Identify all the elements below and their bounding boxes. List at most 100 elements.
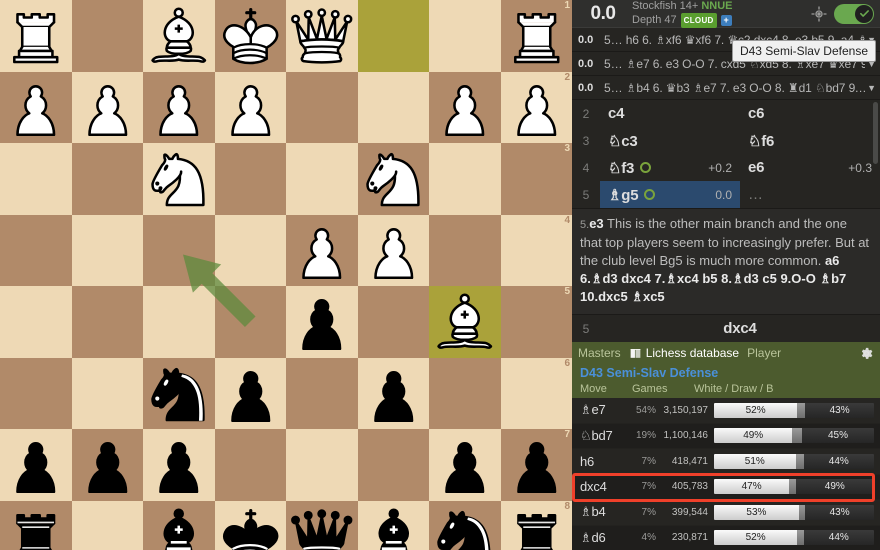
square-b5[interactable] bbox=[71, 286, 143, 358]
tab-player[interactable]: Player bbox=[747, 346, 781, 360]
piece-wQ-e1[interactable] bbox=[286, 0, 358, 72]
explorer-move-row-♗d6[interactable]: ♗d6 4% 230,871 52% 44% bbox=[572, 525, 880, 550]
piece-wP-g2[interactable] bbox=[429, 72, 501, 144]
explorer-move-row-♘bd7[interactable]: ♘bd7 19% 1,100,146 49% 45% bbox=[572, 423, 880, 449]
square-h6[interactable] bbox=[500, 357, 572, 429]
piece-wP-a2[interactable] bbox=[0, 72, 72, 144]
square-f7[interactable] bbox=[357, 429, 429, 501]
square-d3[interactable] bbox=[214, 143, 286, 215]
piece-wP-h2[interactable] bbox=[501, 72, 573, 144]
square-d5[interactable] bbox=[214, 286, 286, 358]
square-b1[interactable] bbox=[71, 0, 143, 72]
piece-wP-e4[interactable] bbox=[286, 215, 358, 287]
square-f5[interactable] bbox=[357, 286, 429, 358]
crosshair-icon[interactable] bbox=[810, 5, 828, 23]
piece-bP-f6[interactable] bbox=[358, 358, 430, 430]
next-move-cell[interactable]: dxc4 bbox=[600, 315, 880, 342]
square-c4[interactable] bbox=[143, 214, 215, 286]
move-cell-white-4[interactable]: ♘f3 +0.2 bbox=[600, 154, 740, 181]
square-e6[interactable] bbox=[286, 357, 358, 429]
square-g3[interactable] bbox=[429, 143, 501, 215]
square-d7[interactable] bbox=[214, 429, 286, 501]
chessboard-container[interactable]: 12345678 bbox=[0, 0, 572, 550]
move-cell-white-5[interactable]: ♗g5 0.0 bbox=[600, 181, 740, 208]
square-b6[interactable] bbox=[71, 357, 143, 429]
square-a3[interactable] bbox=[0, 143, 72, 215]
square-h4[interactable] bbox=[500, 214, 572, 286]
move-cell-black-3[interactable]: ♘f6 bbox=[740, 127, 880, 154]
square-a5[interactable] bbox=[0, 286, 72, 358]
square-e7[interactable] bbox=[286, 429, 358, 501]
square-f1[interactable] bbox=[357, 0, 429, 72]
piece-wB-g5[interactable] bbox=[429, 286, 501, 358]
square-e3[interactable] bbox=[286, 143, 358, 215]
square-b3[interactable] bbox=[71, 143, 143, 215]
piece-wP-b2[interactable] bbox=[72, 72, 144, 144]
piece-bR-a8[interactable] bbox=[0, 501, 72, 550]
piece-bB-f8[interactable] bbox=[358, 501, 430, 550]
piece-bN-c6[interactable] bbox=[143, 358, 215, 430]
square-b8[interactable] bbox=[71, 500, 143, 550]
piece-bP-c7[interactable] bbox=[143, 429, 215, 501]
move-san-black-5: … bbox=[748, 186, 763, 203]
explorer-move-table[interactable]: ♗e7 54% 3,150,197 52% 43% ♘bd7 19% 1,100… bbox=[572, 398, 880, 550]
square-h5[interactable] bbox=[500, 286, 572, 358]
piece-wB-c1[interactable] bbox=[143, 0, 215, 72]
square-a6[interactable] bbox=[0, 357, 72, 429]
piece-wN-f3[interactable] bbox=[358, 143, 430, 215]
comment-move-number: 5. bbox=[580, 219, 590, 231]
chessboard[interactable]: 12345678 bbox=[0, 0, 572, 550]
tab-lichess-database[interactable]: Lichess database bbox=[629, 346, 739, 360]
square-b4[interactable] bbox=[71, 214, 143, 286]
pv-expand-caret-3[interactable]: ▼ bbox=[865, 83, 876, 93]
piece-bB-c8[interactable] bbox=[143, 501, 215, 550]
piece-wK-d1[interactable] bbox=[215, 0, 287, 72]
explorer-move-row-h6[interactable]: h6 7% 418,471 51% 44% bbox=[572, 449, 880, 475]
piece-bP-b7[interactable] bbox=[72, 429, 144, 501]
piece-wR-h1[interactable] bbox=[501, 0, 573, 72]
piece-bK-d8[interactable] bbox=[215, 501, 287, 550]
piece-wP-d2[interactable] bbox=[215, 72, 287, 144]
piece-bP-a7[interactable] bbox=[0, 429, 72, 501]
piece-wN-c3[interactable] bbox=[143, 143, 215, 215]
square-d4[interactable] bbox=[214, 214, 286, 286]
square-e2[interactable] bbox=[286, 71, 358, 143]
square-c5[interactable] bbox=[143, 286, 215, 358]
piece-bP-h7[interactable] bbox=[501, 429, 573, 501]
piece-wP-f4[interactable] bbox=[358, 215, 430, 287]
book-move-dot bbox=[640, 162, 652, 173]
move-cell-white-3[interactable]: ♘c3 bbox=[600, 127, 740, 154]
square-f2[interactable] bbox=[357, 71, 429, 143]
move-cell-black-4[interactable]: e6 +0.3 bbox=[740, 154, 880, 181]
movelist-scrollbar[interactable] bbox=[873, 102, 878, 164]
piece-bR-h8[interactable] bbox=[501, 501, 573, 550]
gear-icon[interactable] bbox=[859, 346, 874, 361]
tab-masters[interactable]: Masters bbox=[578, 346, 621, 360]
move-eval-white: +0.2 bbox=[708, 160, 732, 175]
engine-pv-line-3[interactable]: 0.0 5… ♗b4 6. ♛b3 ♗e7 7. e3 O-O 8. ♜d1 ♘… bbox=[572, 76, 880, 100]
piece-bP-g7[interactable] bbox=[429, 429, 501, 501]
piece-wP-c2[interactable] bbox=[143, 72, 215, 144]
next-move-row[interactable]: 5 dxc4 bbox=[572, 315, 880, 342]
move-list[interactable]: 2 c4 c6 3 ♘c3 ♘f6 4 ♘f3 +0.2 e6 +0.3 5 ♗… bbox=[572, 100, 880, 208]
move-cell-black-2[interactable]: c6 bbox=[740, 100, 880, 127]
piece-bN-g8[interactable] bbox=[429, 501, 501, 550]
move-cell-black-5[interactable]: … bbox=[740, 181, 880, 208]
explorer-move-row-♗e7[interactable]: ♗e7 54% 3,150,197 52% 43% bbox=[572, 398, 880, 424]
explorer-move-3: dxc4 bbox=[580, 479, 607, 495]
square-g6[interactable] bbox=[429, 357, 501, 429]
square-g1[interactable] bbox=[429, 0, 501, 72]
square-a4[interactable] bbox=[0, 214, 72, 286]
piece-bP-e5[interactable] bbox=[286, 286, 358, 358]
square-h3[interactable] bbox=[500, 143, 572, 215]
explorer-move-row-♗b4[interactable]: ♗b4 7% 399,544 53% 43% bbox=[572, 500, 880, 526]
engine-toggle-switch[interactable] bbox=[834, 3, 874, 24]
comment-move[interactable]: e3 bbox=[589, 216, 603, 231]
piece-bQ-e8[interactable] bbox=[286, 501, 358, 550]
engine-pv-lines: 0.0 5… h6 6. ♗xf6 ♛xf6 7. ♛c2 dxc4 8. e3… bbox=[572, 28, 880, 100]
square-g4[interactable] bbox=[429, 214, 501, 286]
piece-bP-d6[interactable] bbox=[215, 358, 287, 430]
explorer-move-row-dxc4[interactable]: dxc4 7% 405,783 47% 49% bbox=[572, 474, 880, 500]
piece-wR-a1[interactable] bbox=[0, 0, 72, 72]
move-cell-white-2[interactable]: c4 bbox=[600, 100, 740, 127]
